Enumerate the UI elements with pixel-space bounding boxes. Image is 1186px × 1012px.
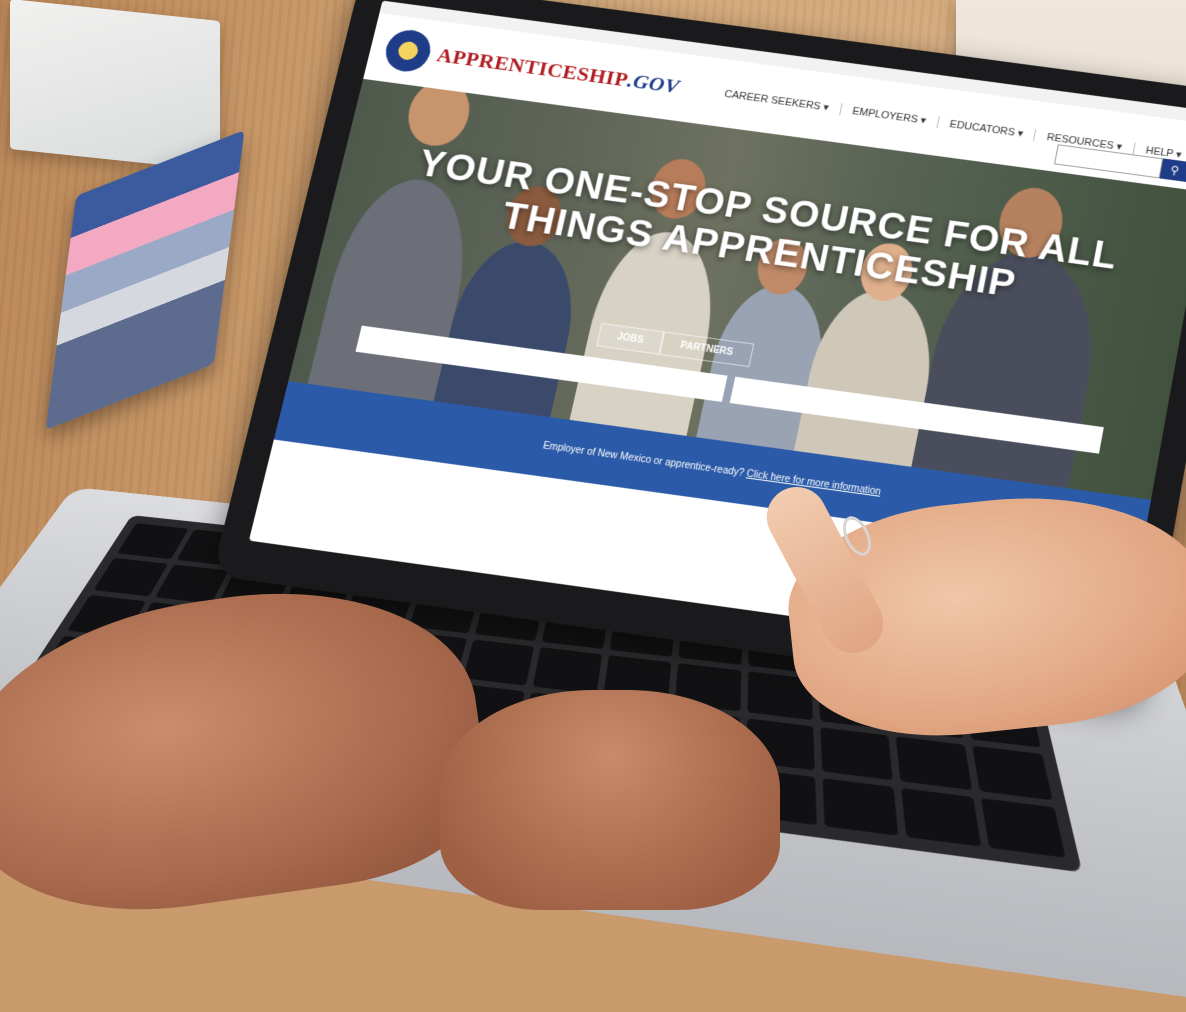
- logo-main: APPRENTICESHIP: [434, 43, 631, 91]
- keyboard-key: [116, 523, 189, 560]
- nav-item-employers[interactable]: EMPLOYERS ▾: [839, 102, 939, 128]
- keyboard-key: [981, 797, 1066, 858]
- keyboard-key: [823, 777, 899, 836]
- keyboard-key: [972, 745, 1053, 801]
- keyboard-key: [532, 647, 603, 694]
- keyboard-key: [901, 787, 982, 847]
- search-button[interactable]: ⚲: [1159, 158, 1186, 183]
- keyboard-key: [463, 639, 535, 686]
- site-logo[interactable]: APPRENTICESHIP.GOV: [435, 43, 682, 99]
- nav-item-educators[interactable]: EDUCATORS ▾: [936, 115, 1036, 141]
- seal-icon[interactable]: [381, 27, 435, 75]
- keyboard-key: [895, 735, 973, 790]
- paper-stack: [10, 0, 220, 172]
- right-typing-hand: [440, 690, 780, 910]
- banner-text: Employer of New Mexico or apprentice-rea…: [541, 440, 745, 479]
- logo-suffix: .GOV: [625, 68, 682, 98]
- nav-item-career-seekers[interactable]: CAREER SEEKERS ▾: [712, 86, 841, 115]
- keyboard-key: [820, 726, 894, 781]
- search-icon: ⚲: [1169, 163, 1181, 178]
- keyboard-key: [93, 557, 168, 597]
